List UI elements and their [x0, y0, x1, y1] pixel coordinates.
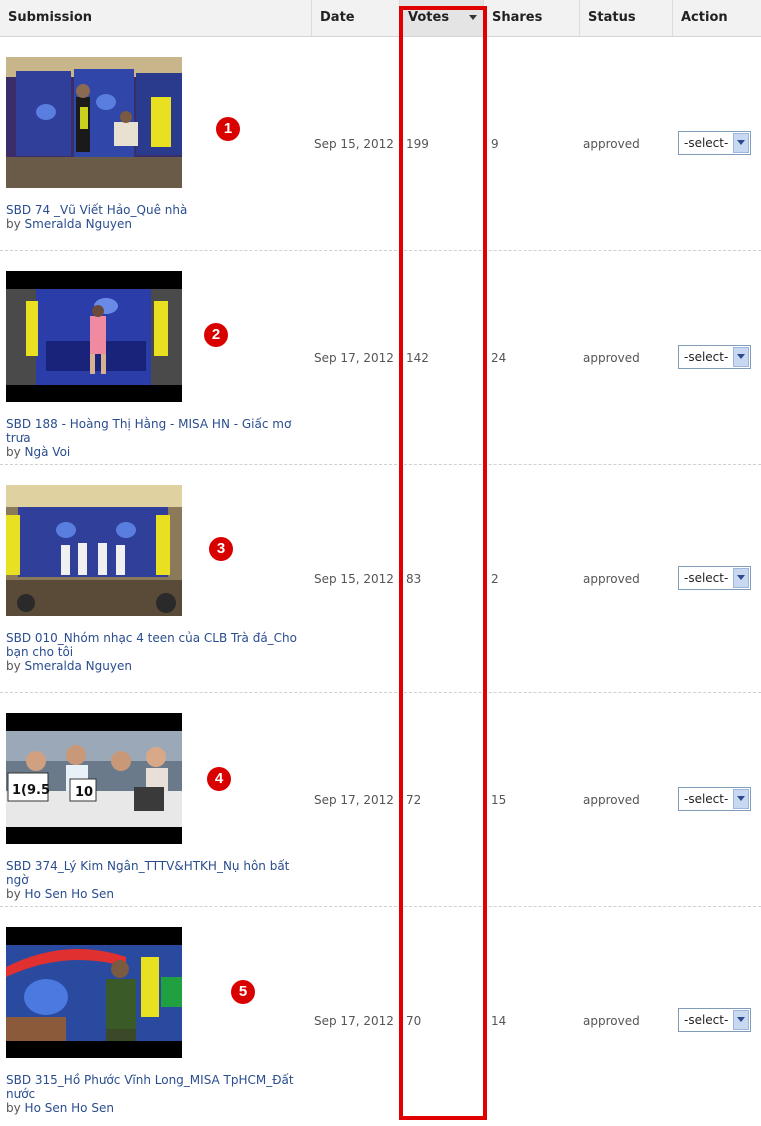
rank-badge: 3: [209, 537, 233, 561]
author-link[interactable]: Ho Sen Ho Sen: [25, 887, 114, 901]
by-label: by: [6, 217, 21, 231]
status-cell: approved: [583, 572, 640, 586]
table-row: 5 SBD 315_Hồ Phước Vĩnh Long_MISA TpHCM_…: [0, 907, 761, 1126]
column-header-votes-label: Votes: [408, 10, 450, 25]
submission-byline: by Ngà Voi: [6, 445, 306, 459]
shares-cell: 24: [491, 351, 507, 365]
action-select-value: -select-: [684, 1013, 729, 1027]
submission-info: SBD 74 _Vũ Viết Hảo_Quê nhà by Smeralda …: [6, 203, 306, 231]
video-thumbnail[interactable]: [6, 57, 182, 188]
shares-cell: 15: [491, 793, 507, 807]
table-row: 3 SBD 010_Nhóm nhạc 4 teen của CLB Trà đ…: [0, 465, 761, 693]
author-link[interactable]: Ho Sen Ho Sen: [25, 1101, 114, 1115]
shares-cell: 14: [491, 1014, 507, 1028]
submission-byline: by Ho Sen Ho Sen: [6, 1101, 306, 1115]
chevron-down-icon[interactable]: [733, 133, 749, 153]
column-header-date[interactable]: Date: [312, 0, 400, 36]
submission-title-link[interactable]: SBD 74 _Vũ Viết Hảo_Quê nhà: [6, 203, 306, 217]
column-header-shares[interactable]: Shares: [484, 0, 580, 36]
votes-cell: 72: [406, 793, 422, 807]
submission-byline: by Ho Sen Ho Sen: [6, 887, 306, 901]
by-label: by: [6, 445, 21, 459]
chevron-down-icon[interactable]: [733, 347, 749, 367]
table-card-text: 1(9.5: [12, 783, 50, 798]
date-cell: Sep 15, 2012: [314, 137, 394, 151]
column-header-submission[interactable]: Submission: [0, 0, 312, 36]
votes-cell: 199: [406, 137, 429, 151]
column-header-status[interactable]: Status: [580, 0, 673, 36]
table-header: Submission Date Votes Shares Status Acti…: [0, 0, 761, 37]
votes-cell: 142: [406, 351, 429, 365]
chevron-down-icon[interactable]: [733, 568, 749, 588]
shares-cell: 9: [491, 137, 499, 151]
video-thumbnail[interactable]: [6, 927, 182, 1058]
submission-title-link[interactable]: SBD 315_Hồ Phước Vĩnh Long_MISA TpHCM_Đấ…: [6, 1073, 306, 1101]
by-label: by: [6, 1101, 21, 1115]
table-card-text: 10: [75, 785, 93, 800]
table-row: 2 SBD 188 - Hoàng Thị Hằng - MISA HN - G…: [0, 251, 761, 465]
submission-byline: by Smeralda Nguyen: [6, 217, 306, 231]
column-header-action: Action: [681, 10, 728, 25]
author-link[interactable]: Smeralda Nguyen: [25, 659, 132, 673]
action-select[interactable]: -select-: [678, 1008, 751, 1032]
submission-info: SBD 374_Lý Kim Ngân_TTTV&HTKH_Nụ hôn bất…: [6, 859, 306, 901]
video-thumbnail[interactable]: [6, 271, 182, 402]
submission-info: SBD 010_Nhóm nhạc 4 teen của CLB Trà đá_…: [6, 631, 306, 673]
submission-title-link[interactable]: SBD 188 - Hoàng Thị Hằng - MISA HN - Giấ…: [6, 417, 306, 445]
status-cell: approved: [583, 1014, 640, 1028]
submission-info: SBD 188 - Hoàng Thị Hằng - MISA HN - Giấ…: [6, 417, 306, 459]
status-cell: approved: [583, 351, 640, 365]
rank-badge: 2: [204, 323, 228, 347]
submission-byline: by Smeralda Nguyen: [6, 659, 306, 673]
sort-desc-icon[interactable]: [469, 15, 477, 20]
submission-title-link[interactable]: SBD 010_Nhóm nhạc 4 teen của CLB Trà đá_…: [6, 631, 306, 659]
rank-badge: 5: [231, 980, 255, 1004]
submission-title-link[interactable]: SBD 374_Lý Kim Ngân_TTTV&HTKH_Nụ hôn bất…: [6, 859, 306, 887]
action-select[interactable]: -select-: [678, 566, 751, 590]
submission-info: SBD 315_Hồ Phước Vĩnh Long_MISA TpHCM_Đấ…: [6, 1073, 306, 1115]
rank-badge: 4: [207, 767, 231, 791]
date-cell: Sep 15, 2012: [314, 572, 394, 586]
action-select-value: -select-: [684, 571, 729, 585]
by-label: by: [6, 659, 21, 673]
author-link[interactable]: Ngà Voi: [25, 445, 71, 459]
action-select-value: -select-: [684, 350, 729, 364]
column-header-votes[interactable]: Votes: [400, 0, 484, 36]
video-thumbnail[interactable]: 1(9.5 10: [6, 713, 182, 844]
status-cell: approved: [583, 137, 640, 151]
votes-cell: 83: [406, 572, 422, 586]
status-cell: approved: [583, 793, 640, 807]
votes-cell: 70: [406, 1014, 422, 1028]
table-row: 1 SBD 74 _Vũ Viết Hảo_Quê nhà by Smerald…: [0, 37, 761, 251]
action-select-value: -select-: [684, 136, 729, 150]
action-select[interactable]: -select-: [678, 131, 751, 155]
action-select-value: -select-: [684, 792, 729, 806]
table-row: 1(9.5 10 4 SBD 374_Lý Kim Ngân_TTTV&HTKH…: [0, 693, 761, 907]
chevron-down-icon[interactable]: [733, 789, 749, 809]
rank-badge: 1: [216, 117, 240, 141]
date-cell: Sep 17, 2012: [314, 351, 394, 365]
shares-cell: 2: [491, 572, 499, 586]
date-cell: Sep 17, 2012: [314, 793, 394, 807]
chevron-down-icon[interactable]: [733, 1010, 749, 1030]
action-select[interactable]: -select-: [678, 345, 751, 369]
author-link[interactable]: Smeralda Nguyen: [25, 217, 132, 231]
video-thumbnail[interactable]: [6, 485, 182, 616]
by-label: by: [6, 887, 21, 901]
action-select[interactable]: -select-: [678, 787, 751, 811]
date-cell: Sep 17, 2012: [314, 1014, 394, 1028]
